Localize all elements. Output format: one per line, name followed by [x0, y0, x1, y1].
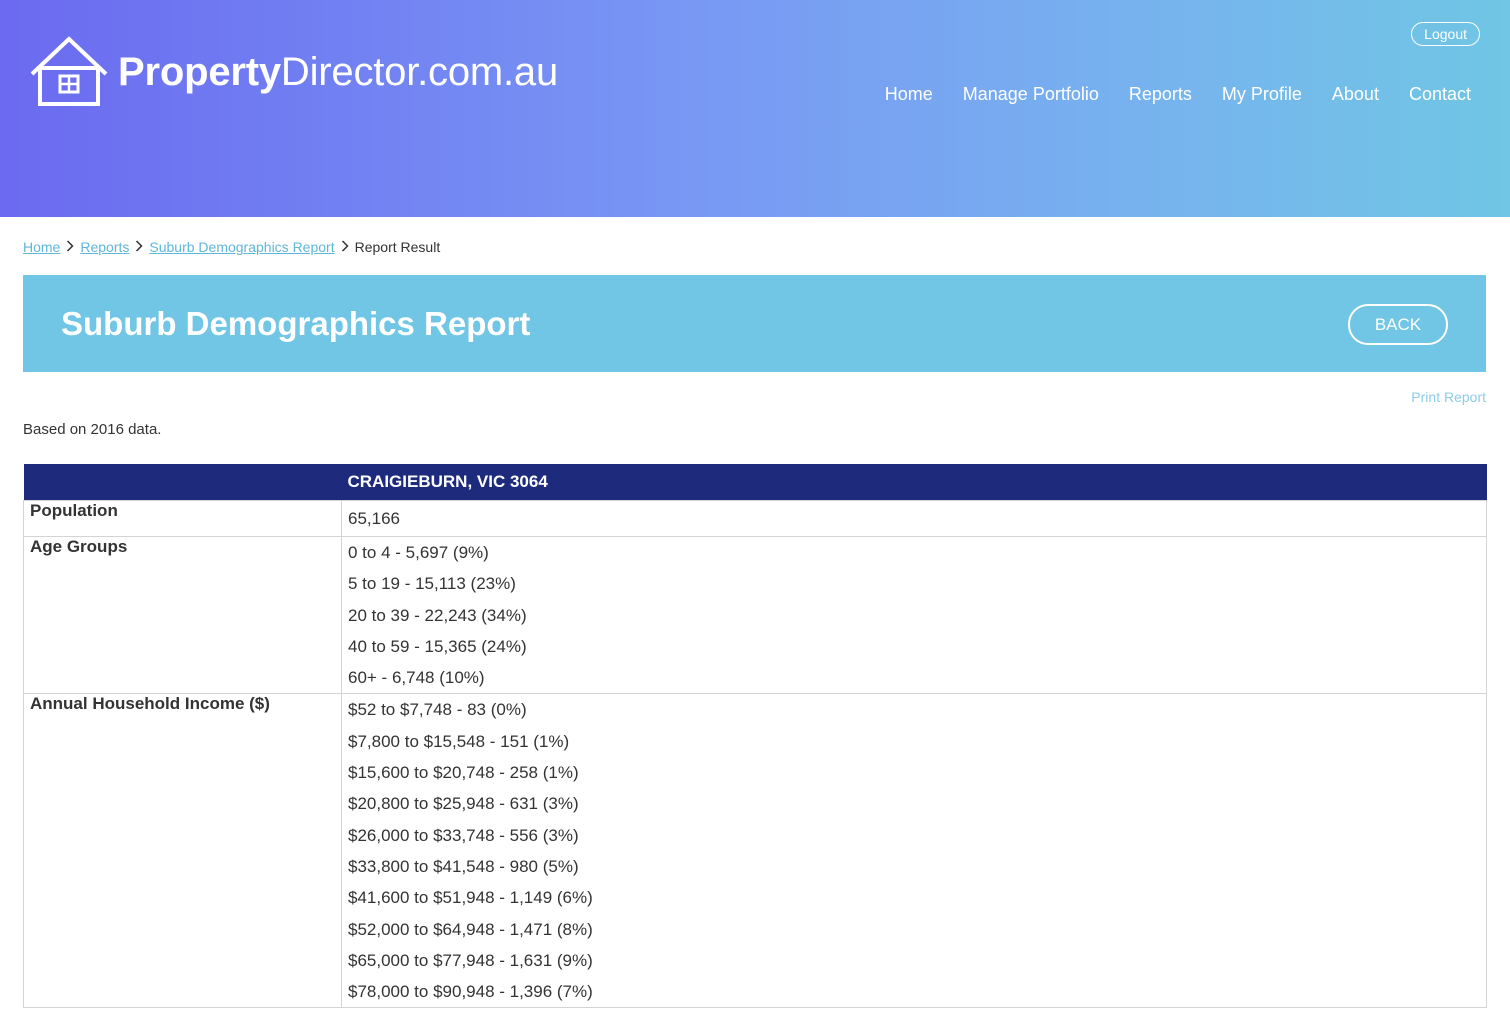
chevron-right-icon	[341, 239, 349, 255]
income-group-item: $41,600 to $51,948 - 1,149 (6%)	[348, 888, 593, 908]
print-report-link[interactable]: Print Report	[1411, 389, 1486, 405]
chevron-right-icon	[66, 239, 74, 255]
logout-button[interactable]: Logout	[1411, 22, 1480, 46]
age-group-item: 5 to 19 - 15,113 (23%)	[348, 574, 516, 594]
table-header-row: CRAIGIEBURN, VIC 3064	[23, 464, 1487, 501]
page-title: Suburb Demographics Report	[61, 305, 531, 342]
income-group-item: $52 to $7,748 - 83 (0%)	[348, 700, 527, 720]
income-group-item: $65,000 to $77,948 - 1,631 (9%)	[348, 950, 593, 970]
income-group-item: $7,800 to $15,548 - 151 (1%)	[348, 731, 570, 751]
income-group-item: $78,000 to $90,948 - 1,396 (7%)	[348, 982, 593, 1002]
income-group-item: $20,800 to $25,948 - 631 (3%)	[348, 794, 579, 814]
table-row: Age Groups 0 to 4 - 5,697 (9%) 5 to 19 -…	[23, 535, 1487, 695]
income-group-item: $52,000 to $64,948 - 1,471 (8%)	[348, 919, 593, 939]
site-logo[interactable]: PropertyDirector.com.au	[30, 36, 558, 108]
population-number: 65,166	[348, 509, 400, 528]
age-group-item: 20 to 39 - 22,243 (34%)	[348, 605, 527, 625]
chevron-right-icon	[135, 239, 143, 255]
breadcrumb-reports[interactable]: Reports	[80, 239, 129, 255]
population-label: Population	[23, 500, 342, 537]
nav-home[interactable]: Home	[885, 84, 933, 105]
breadcrumb-suburb-report[interactable]: Suburb Demographics Report	[149, 239, 334, 255]
nav-reports[interactable]: Reports	[1129, 84, 1192, 105]
income-label: Annual Household Income ($)	[23, 693, 342, 1009]
nav-about[interactable]: About	[1332, 84, 1379, 105]
table-header-empty	[23, 464, 342, 501]
logo-text-bold: Property	[118, 49, 281, 94]
site-header: PropertyDirector.com.au Logout Home Mana…	[0, 0, 1510, 217]
income-group-item: $26,000 to $33,748 - 556 (3%)	[348, 825, 579, 845]
age-group-item: 40 to 59 - 15,365 (24%)	[348, 636, 527, 656]
nav-manage-portfolio[interactable]: Manage Portfolio	[963, 84, 1099, 105]
age-groups-values: 0 to 4 - 5,697 (9%) 5 to 19 - 15,113 (23…	[341, 535, 1487, 695]
house-logo-icon	[30, 36, 108, 106]
breadcrumb-current: Report Result	[354, 239, 441, 255]
logo-text-light: Director.com.au	[280, 49, 559, 94]
main-nav: Home Manage Portfolio Reports My Profile…	[885, 84, 1471, 105]
income-group-item: $33,800 to $41,548 - 980 (5%)	[348, 856, 579, 876]
breadcrumb-home[interactable]: Home	[23, 239, 60, 255]
age-groups-label: Age Groups	[23, 535, 342, 695]
table-header-suburb: CRAIGIEBURN, VIC 3064	[341, 464, 1487, 501]
age-group-item: 60+ - 6,748 (10%)	[348, 668, 485, 688]
table-row: Annual Household Income ($) $52 to $7,74…	[23, 693, 1487, 1009]
income-group-item: $15,600 to $20,748 - 258 (1%)	[348, 763, 579, 783]
report-banner: Suburb Demographics Report BACK	[23, 275, 1486, 372]
table-row: Population 65,166	[23, 500, 1487, 537]
income-values: $52 to $7,748 - 83 (0%) $7,800 to $15,54…	[341, 693, 1487, 1009]
data-year-note: Based on 2016 data.	[23, 421, 162, 438]
back-button[interactable]: BACK	[1348, 304, 1448, 345]
nav-my-profile[interactable]: My Profile	[1222, 84, 1302, 105]
nav-contact[interactable]: Contact	[1409, 84, 1471, 105]
population-value: 65,166	[341, 500, 1487, 537]
breadcrumb: Home Reports Suburb Demographics Report …	[23, 239, 440, 255]
demographics-table: CRAIGIEBURN, VIC 3064 Population 65,166 …	[23, 464, 1487, 1009]
logo-text: PropertyDirector.com.au	[118, 50, 558, 95]
age-group-item: 0 to 4 - 5,697 (9%)	[348, 543, 489, 562]
